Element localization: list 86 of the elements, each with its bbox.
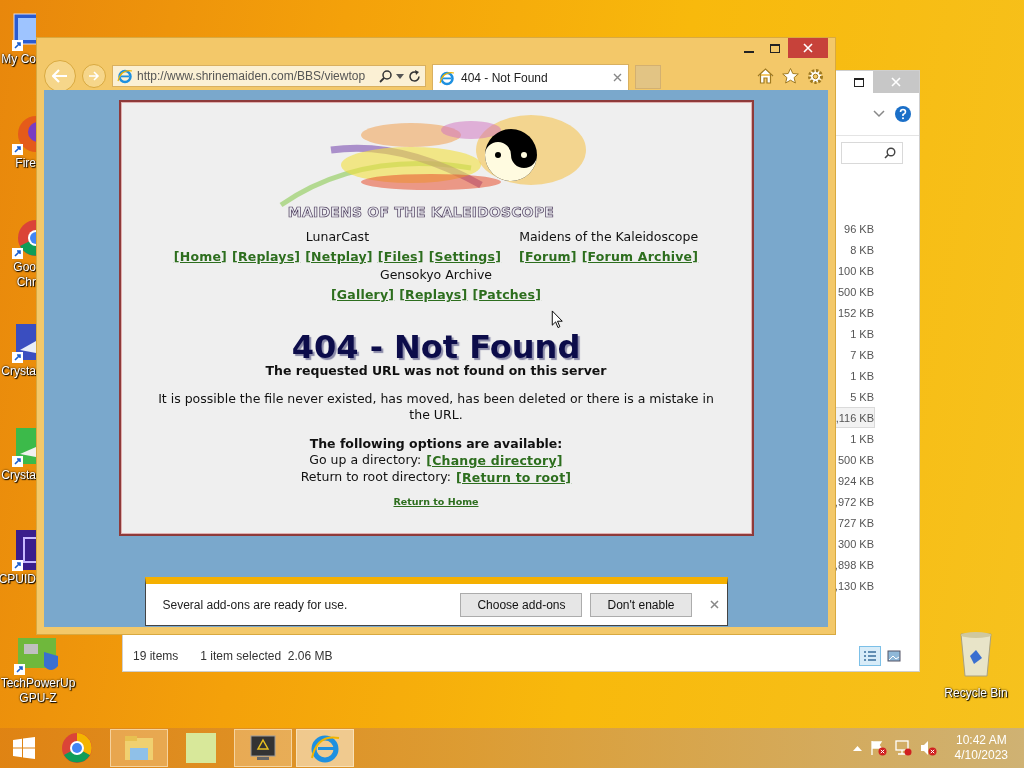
file-size-cell-text: 8 KB [849, 243, 875, 258]
section-title: LunarCast [305, 229, 370, 245]
recycle-bin-icon[interactable] [958, 630, 994, 678]
chevron-down-icon[interactable] [873, 110, 885, 118]
section-title: Gensokyo Archive [379, 267, 492, 283]
nav-link[interactable]: [Patches] [472, 286, 542, 303]
windows-logo-icon [13, 737, 35, 759]
nav-link[interactable]: [Gallery] [330, 286, 395, 303]
close-icon [891, 77, 901, 87]
settings-icon[interactable] [807, 67, 824, 85]
home-icon[interactable] [757, 67, 774, 84]
file-size-cell-text: 100 KB [836, 264, 875, 279]
maximize-icon [770, 43, 780, 53]
option-link[interactable]: [Return to root] [456, 469, 572, 486]
nav-link[interactable]: [Replays] [399, 286, 468, 303]
nav-link[interactable]: [Netplay] [305, 248, 373, 265]
selection-status: 1 item selected 2.06 MB [200, 649, 333, 663]
file-size-cell-text: 152 KB [836, 306, 875, 321]
back-button[interactable] [44, 60, 76, 92]
error-message: It is possible the file never existed, has moved, has been deleted or there is a mistake in the URL. [157, 391, 715, 423]
nav-link[interactable]: [Files] [377, 248, 424, 265]
close-icon [803, 43, 813, 53]
notification-message: Several add-ons are ready for use. [162, 597, 349, 612]
forward-arrow-icon [88, 71, 100, 81]
flag-icon[interactable] [869, 740, 887, 756]
file-size-cell-text: 500 KB [836, 453, 875, 468]
star-icon[interactable] [782, 67, 799, 84]
picture-icon [887, 650, 901, 662]
chrome-icon [61, 732, 93, 764]
list-icon [863, 650, 877, 662]
file-size-cell-text: ,972 KB [833, 495, 875, 510]
file-size-cell-text: 924 KB [836, 474, 875, 489]
monitor-icon [249, 734, 277, 762]
help-icon[interactable] [895, 106, 911, 122]
file-size-cell-text: 300 KB [836, 537, 875, 552]
details-view-button[interactable] [859, 646, 881, 666]
nav-link[interactable]: [Replays] [232, 248, 301, 265]
address-bar[interactable]: http://www.shrinemaiden.com/BBS/viewtop [112, 65, 426, 87]
option-label: Return to root directory: [300, 469, 451, 486]
nav-link[interactable]: [Forum Archive] [581, 248, 699, 265]
notification-button[interactable]: Choose add-ons [460, 592, 583, 617]
muted-speaker-icon[interactable] [919, 740, 937, 756]
home-link[interactable]: Return to Home [393, 496, 479, 507]
caret-up-icon[interactable] [852, 745, 862, 751]
section-title: Maidens of the Kaleidoscope [519, 229, 699, 245]
logo-text: MAIDENS OF THE KALEIDOSCOPE [287, 204, 555, 220]
file-size-cell-text: 96 KB [843, 222, 875, 237]
file-size-cell-text: 1 KB [849, 432, 875, 447]
minimize-icon [744, 51, 754, 53]
app-icon[interactable] [12, 528, 36, 572]
close-icon[interactable] [613, 73, 622, 82]
browser-tab[interactable]: 404 - Not Found [432, 64, 629, 90]
taskbar-app-button[interactable] [234, 729, 292, 767]
search-field[interactable] [841, 142, 903, 164]
file-size-cell-text: 7 KB [849, 348, 875, 363]
mouse-cursor-icon [550, 310, 564, 329]
error-subheading: The requested URL was not found on this server [265, 363, 607, 379]
file-size-cell-text: 1 KB [849, 327, 875, 342]
option-link[interactable]: [Change directory] [426, 452, 563, 469]
back-arrow-icon [52, 69, 68, 83]
browser-e-icon [117, 68, 133, 84]
option-label: Go up a directory: [309, 452, 422, 469]
browser-e-icon [439, 69, 455, 86]
refresh-icon[interactable] [408, 69, 421, 83]
folder-icon [124, 734, 154, 762]
network-icon[interactable] [894, 740, 912, 756]
notification-button[interactable]: Don't enable [590, 592, 692, 617]
file-size-cell-text: 1 KB [849, 369, 875, 384]
photo-placeholder [186, 733, 216, 763]
nav-link[interactable]: [Forum] [519, 248, 577, 265]
search-icon[interactable] [379, 69, 392, 83]
nav-link[interactable]: [Home] [173, 248, 227, 265]
file-size-cell-text: ,898 KB [833, 558, 875, 573]
options-title: The following options are available: [309, 436, 563, 452]
dropdown-caret-icon[interactable] [396, 73, 404, 79]
nav-link[interactable]: [Settings] [428, 248, 502, 265]
item-count: 19 items [133, 649, 179, 663]
file-size-cell-text: ,130 KB [833, 579, 875, 594]
search-icon [884, 147, 896, 159]
file-size-cell-text: 500 KB [836, 285, 875, 300]
file-size-cell: ,116 KB [834, 407, 875, 428]
maximize-icon [854, 77, 864, 87]
close-icon[interactable] [709, 600, 719, 609]
error-heading: 404 - Not Found [291, 331, 581, 363]
file-size-cell-text: 727 KB [836, 516, 875, 531]
file-size-cell-text: 5 KB [849, 390, 875, 405]
